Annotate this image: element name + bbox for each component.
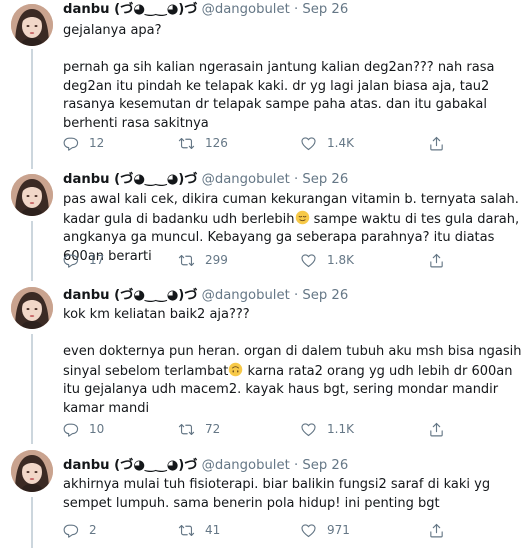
like-count: 971 [327,523,350,537]
author-handle[interactable]: @dangobulet [202,458,290,473]
reply-count: 2 [89,523,97,537]
reply-icon [62,522,79,539]
heart-icon [300,522,317,539]
retweet-count: 41 [205,523,221,537]
share-icon [428,522,445,539]
tweet-text: akhirnya mulai tuh fisioterapi. biar bal… [63,477,491,511]
tweet-thread: danbu (づ◕‿‿◕)づ @dangobulet · Sep 26 geja… [0,0,532,548]
retweet-icon [178,522,195,539]
tweet[interactable]: danbu (づ◕‿‿◕)づ @dangobulet · Sep 26 akhi… [0,0,532,548]
tweet-timestamp[interactable]: Sep 26 [302,458,348,473]
tweet-header: danbu (づ◕‿‿◕)づ @dangobulet · Sep 26 [63,456,348,476]
author-name[interactable]: danbu (づ◕‿‿◕)づ [63,458,197,473]
avatar[interactable] [11,450,53,492]
separator: · [293,458,299,473]
